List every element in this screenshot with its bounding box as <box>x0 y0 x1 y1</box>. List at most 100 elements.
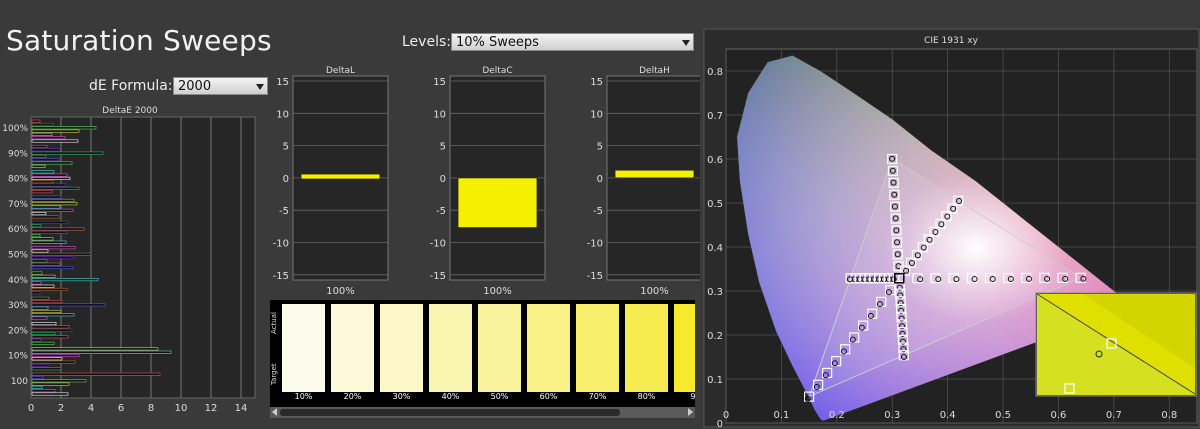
deltae-bar <box>31 331 56 336</box>
deltae-y-label: 60% <box>8 225 28 235</box>
delta-y-tick: 10 <box>433 109 446 120</box>
deltae-y-label: 30% <box>8 301 28 311</box>
levels-label: Levels: <box>402 34 451 50</box>
delta-charts: DeltaL 15 10 5 0 -5 -10 -15 100% DeltaC 15 10 5 0 -5 -1… <box>273 66 700 297</box>
deltae-bar <box>31 316 48 320</box>
deltae-y-label: 10% <box>8 352 28 362</box>
color-swatch <box>478 304 521 392</box>
deltae-bar <box>31 122 54 127</box>
color-swatch <box>674 304 695 392</box>
cie-y-tick: 0.1 <box>707 375 723 386</box>
deltae-bar <box>31 154 47 158</box>
scroll-thumb[interactable] <box>280 409 620 416</box>
deltae-x-tick: 14 <box>235 403 248 414</box>
scroll-left-icon[interactable] <box>272 408 277 416</box>
deltae-bar <box>31 284 55 288</box>
delta-y-tick: 15 <box>433 77 446 88</box>
delta-y-tick: -5 <box>593 206 603 217</box>
deltae-bar <box>31 208 74 212</box>
delta-y-tick: 10 <box>590 109 603 120</box>
deltae-x-tick: 2 <box>58 403 64 414</box>
cie-x-tick: 0.7 <box>1106 410 1122 421</box>
deltae-bar <box>31 379 87 383</box>
deltae-bar <box>31 198 75 202</box>
cie-zoom-inset <box>1035 292 1197 397</box>
deltae-bar <box>31 186 80 190</box>
cie-y-tick: 0.7 <box>707 111 723 122</box>
deltae-bar <box>31 385 43 389</box>
deltae-bar <box>31 335 69 339</box>
deltae-x-tick: 0 <box>28 403 34 414</box>
deltae-x-labels: 0 2 4 6 8 10 12 14 <box>28 403 248 414</box>
swatch-label: 20% <box>343 392 362 401</box>
delta-bar <box>300 173 381 180</box>
deltae-bar <box>31 132 53 136</box>
deltae-y-label: 80% <box>8 175 28 185</box>
deltae-x-tick: 12 <box>205 403 218 414</box>
deltae-bar <box>31 278 99 282</box>
formula-value: 2000 <box>178 79 212 94</box>
delta-chart-title: DeltaL <box>326 66 355 76</box>
deltae-bar <box>31 195 62 199</box>
deltae-y-label: 40% <box>8 276 28 286</box>
cie-y-tick: 0.8 <box>707 67 723 78</box>
delta-y-tick: -15 <box>430 271 446 282</box>
page-title: Saturation Sweeps <box>6 24 272 57</box>
deltae-bar <box>31 389 56 393</box>
cie-y-tick: 0 <box>717 419 723 428</box>
deltae-bar <box>31 357 63 361</box>
delta-x-label: 100% <box>640 286 669 297</box>
cie-x-tick: 0.8 <box>1161 410 1177 421</box>
horizontal-scrollbar[interactable] <box>270 407 695 418</box>
swatch-label: 70% <box>588 392 607 401</box>
formula-select[interactable]: 2000 <box>173 77 268 95</box>
deltae-bar <box>31 363 49 367</box>
deltae-bar <box>31 164 46 168</box>
deltae-x-tick: 10 <box>175 403 188 414</box>
delta-chart-title: DeltaH <box>639 66 670 76</box>
formula-label: dE Formula: <box>89 78 173 94</box>
deltae-bar <box>31 303 106 307</box>
delta-y-tick: -15 <box>587 271 603 282</box>
deltae-bar <box>31 234 41 238</box>
color-swatch <box>331 304 374 392</box>
deltae-y-labels: 100% 90% 80% 70% 60% 50% 40% 30% 20% 10% 100 <box>2 124 28 387</box>
deltae-bar <box>31 148 61 152</box>
deltae-bar <box>31 322 57 326</box>
deltae-y-label: 90% <box>8 149 28 159</box>
deltae-bar <box>31 144 48 149</box>
cie-y-tick: 0.4 <box>707 243 723 254</box>
deltae-bar <box>31 360 76 364</box>
deltae-bar <box>31 170 55 174</box>
delta-chart-title: DeltaC <box>482 66 512 76</box>
levels-select[interactable]: 10% Sweeps <box>451 33 694 51</box>
cie-x-tick: 0.1 <box>773 410 789 421</box>
deltae-bar <box>31 372 161 376</box>
deltae-bar <box>31 158 60 162</box>
deltae-bar <box>31 291 41 295</box>
deltae-bar <box>31 224 42 228</box>
deltae-bar <box>31 287 68 292</box>
deltae-bar <box>31 375 44 380</box>
deltae-bar <box>31 274 56 278</box>
deltae-x-tick: 4 <box>88 403 94 414</box>
scroll-right-icon[interactable] <box>688 408 693 416</box>
deltae-bar <box>31 296 50 300</box>
deltae-bar <box>31 161 73 165</box>
delta-bar <box>614 169 695 179</box>
delta-y-tick: 0 <box>597 174 603 185</box>
cie-x-tick: 0 <box>723 410 729 421</box>
delta-y-tick: -10 <box>430 239 446 250</box>
deltae-bar <box>31 281 42 285</box>
deltae-bar <box>31 129 80 133</box>
cie-y-tick: 0.5 <box>707 199 723 210</box>
deltae-bar <box>31 256 75 260</box>
deltae-y-label: 70% <box>8 200 28 210</box>
deltae-bar <box>31 328 73 332</box>
deltae-bar <box>31 176 71 180</box>
deltae-bar <box>31 262 61 266</box>
chevron-down-icon <box>256 84 264 90</box>
deltae-y-label: 50% <box>8 251 28 261</box>
delta-y-tick: 5 <box>440 142 446 153</box>
delta-y-tick: -5 <box>279 206 289 217</box>
